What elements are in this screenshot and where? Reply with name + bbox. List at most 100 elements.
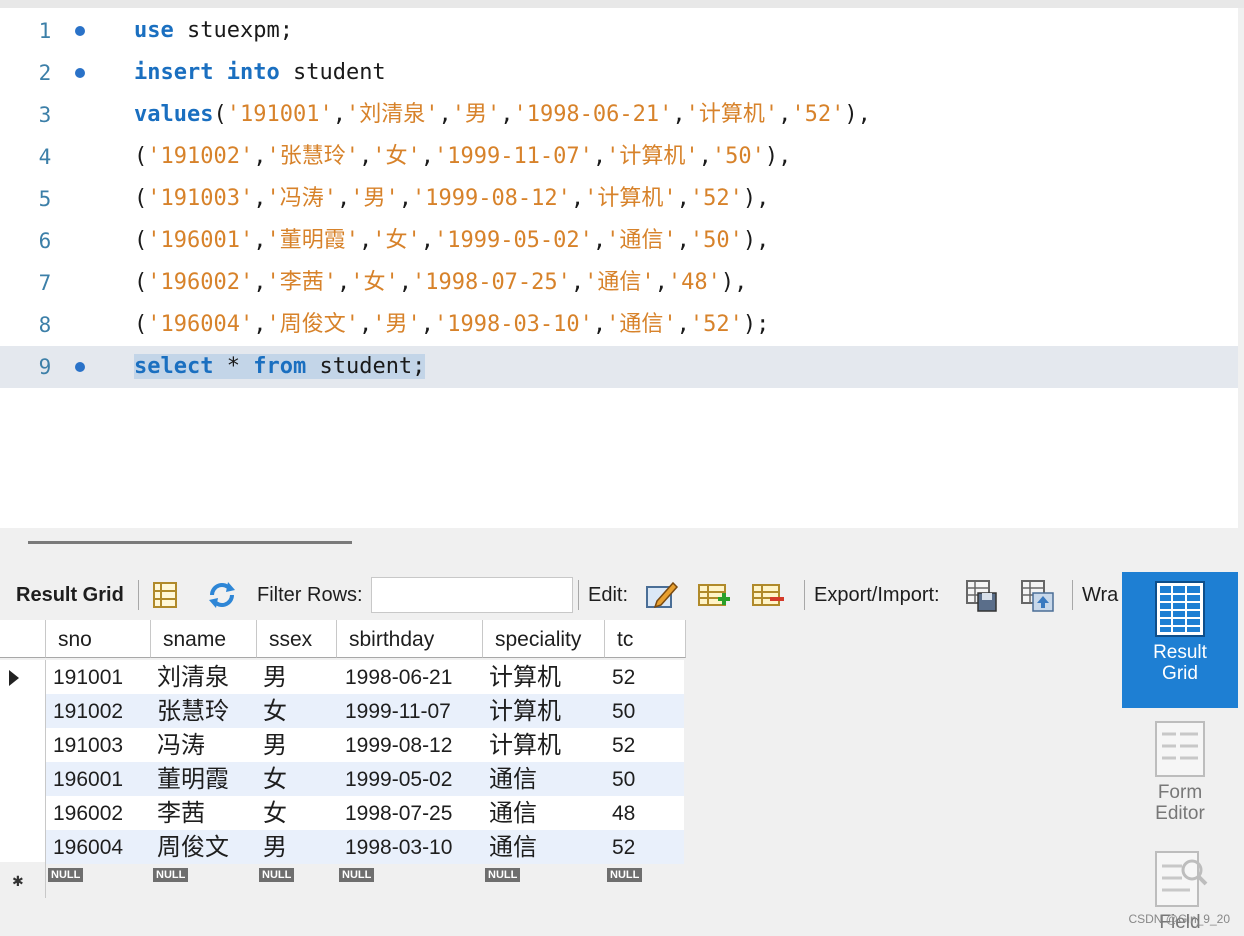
form-editor-tab-label-2: Editor: [1155, 803, 1205, 824]
export-icon[interactable]: [964, 577, 1000, 613]
line-number: 4: [38, 145, 52, 169]
null-badge[interactable]: NULL: [153, 868, 189, 882]
code-text-selected: select * from student;: [134, 354, 426, 379]
null-badge[interactable]: NULL: [48, 868, 84, 882]
null-badge[interactable]: NULL: [259, 868, 295, 882]
toolbar-separator: [138, 580, 139, 610]
table-cell-sname[interactable]: 周俊文: [157, 830, 229, 864]
editor-line: 5 ('191003','冯涛','男','1999-08-12','计算机',…: [0, 178, 1238, 220]
table-cell-tc[interactable]: 48: [612, 796, 635, 830]
code-text: ('191003','冯涛','男','1999-08-12','计算机','5…: [134, 186, 770, 211]
line-number: 7: [38, 271, 52, 295]
table-cell-ssex[interactable]: 男: [263, 830, 287, 864]
table-cell-tc[interactable]: 50: [612, 694, 635, 728]
row-header[interactable]: [0, 796, 46, 831]
table-cell-sno[interactable]: 191002: [53, 694, 123, 728]
table-cell-sno[interactable]: 196001: [53, 762, 123, 796]
insert-row-icon[interactable]: [696, 577, 732, 613]
delete-row-icon[interactable]: [750, 577, 786, 613]
row-header[interactable]: [0, 830, 46, 865]
table-cell-sname[interactable]: 张慧玲: [157, 694, 229, 728]
column-header[interactable]: ssex: [257, 620, 337, 658]
edit-row-icon[interactable]: [643, 577, 679, 613]
table-cell-tc[interactable]: 52: [612, 830, 635, 864]
row-header[interactable]: [0, 728, 46, 763]
row-header[interactable]: [0, 660, 46, 695]
column-header[interactable]: sname: [151, 620, 257, 658]
filter-rows-label: Filter Rows:: [257, 584, 363, 606]
null-badge[interactable]: NULL: [339, 868, 375, 882]
table-cell-tc[interactable]: 50: [612, 762, 635, 796]
refresh-icon[interactable]: [204, 577, 240, 613]
statement-marker-icon: [75, 362, 85, 372]
code-text: ('196002','李茜','女','1998-07-25','通信','48…: [134, 270, 748, 295]
table-cell-speciality[interactable]: 计算机: [489, 694, 561, 728]
table-cell-sbirthday[interactable]: 1999-11-07: [345, 694, 451, 728]
table-cell-ssex[interactable]: 男: [263, 660, 287, 694]
table-row[interactable]: 191003 冯涛 男 1999-08-12 计算机 52: [0, 728, 686, 763]
table-cell-sname[interactable]: 李茜: [157, 796, 205, 830]
table-cell-sbirthday[interactable]: 1998-07-25: [345, 796, 452, 830]
filter-rows-input[interactable]: [371, 577, 573, 613]
table-cell-sname[interactable]: 刘清泉: [157, 660, 229, 694]
table-cell-ssex[interactable]: 女: [263, 762, 287, 796]
table-cell-sbirthday[interactable]: 1999-05-02: [345, 762, 452, 796]
code-text: ('196004','周俊文','男','1998-03-10','通信','5…: [134, 312, 770, 337]
row-header[interactable]: [0, 694, 46, 729]
null-badge[interactable]: NULL: [485, 868, 521, 882]
table-row[interactable]: 191002 张慧玲女 1999-11-07 计算机 50: [0, 694, 686, 729]
null-badge[interactable]: NULL: [607, 868, 643, 882]
table-cell-ssex[interactable]: 女: [263, 694, 287, 728]
panel-splitter-handle[interactable]: [28, 541, 352, 544]
table-cell-sno[interactable]: 196002: [53, 796, 123, 830]
grid-layout-icon[interactable]: [148, 577, 184, 613]
table-cell-sbirthday[interactable]: 1999-08-12: [345, 728, 452, 762]
result-grid-tab-label-1: Result: [1153, 642, 1207, 663]
column-header[interactable]: sno: [46, 620, 151, 658]
table-cell-sname[interactable]: 董明霞: [157, 762, 229, 796]
table-cell-ssex[interactable]: 女: [263, 796, 287, 830]
form-editor-tab[interactable]: Form Editor: [1122, 716, 1238, 836]
new-row-icon: ✱: [12, 874, 24, 890]
table-row[interactable]: 196004 周俊文男 1998-03-10 通信 52: [0, 830, 686, 865]
table-cell-sno[interactable]: 191001: [53, 660, 123, 694]
export-import-label: Export/Import:: [814, 584, 940, 606]
wrap-cell-label[interactable]: Wra: [1082, 584, 1118, 607]
line-number: 6: [38, 229, 52, 253]
code-text: use stuexpm;: [134, 18, 293, 43]
toolbar-separator: [1072, 580, 1073, 610]
table-cell-speciality[interactable]: 通信: [489, 796, 537, 830]
code-text: values('191001','刘清泉','男','1998-06-21','…: [134, 102, 871, 127]
table-row[interactable]: 196001 董明霞女 1999-05-02 通信 50: [0, 762, 686, 797]
table-cell-speciality[interactable]: 计算机: [489, 660, 561, 694]
table-cell-tc[interactable]: 52: [612, 660, 635, 694]
table-cell-ssex[interactable]: 男: [263, 728, 287, 762]
result-grid-icon: [1155, 581, 1205, 637]
editor-line: 2 insert into student: [0, 52, 1238, 94]
table-cell-speciality[interactable]: 计算机: [489, 728, 561, 762]
sql-editor[interactable]: 1 use stuexpm; 2 insert into student 3 v…: [0, 8, 1238, 528]
table-cell-sno[interactable]: 196004: [53, 830, 123, 864]
result-side-panel: Result Grid Form Editor Field: [1122, 572, 1244, 936]
import-icon[interactable]: [1019, 577, 1055, 613]
table-row[interactable]: 191001 刘清泉男 1998-06-21 计算机 52: [0, 660, 686, 695]
editor-line: 1 use stuexpm;: [0, 10, 1238, 52]
code-text: insert into student: [134, 60, 386, 85]
column-header[interactable]: speciality: [483, 620, 605, 658]
column-header[interactable]: sbirthday: [337, 620, 483, 658]
table-cell-sbirthday[interactable]: 1998-03-10: [345, 830, 452, 864]
line-number: 9: [38, 355, 52, 379]
table-cell-speciality[interactable]: 通信: [489, 830, 537, 864]
column-header[interactable]: tc: [605, 620, 686, 658]
table-cell-sbirthday[interactable]: 1998-06-21: [345, 660, 452, 694]
table-cell-sno[interactable]: 191003: [53, 728, 123, 762]
form-editor-icon: [1155, 721, 1205, 777]
form-editor-tab-label-1: Form: [1157, 782, 1203, 803]
row-header[interactable]: [0, 762, 46, 797]
table-cell-sname[interactable]: 冯涛: [157, 728, 205, 762]
result-grid-tab[interactable]: Result Grid: [1122, 572, 1238, 708]
toolbar-separator: [578, 580, 579, 610]
table-cell-speciality[interactable]: 通信: [489, 762, 537, 796]
table-cell-tc[interactable]: 52: [612, 728, 635, 762]
table-row[interactable]: 196002 李茜 女 1998-07-25 通信 48: [0, 796, 686, 831]
